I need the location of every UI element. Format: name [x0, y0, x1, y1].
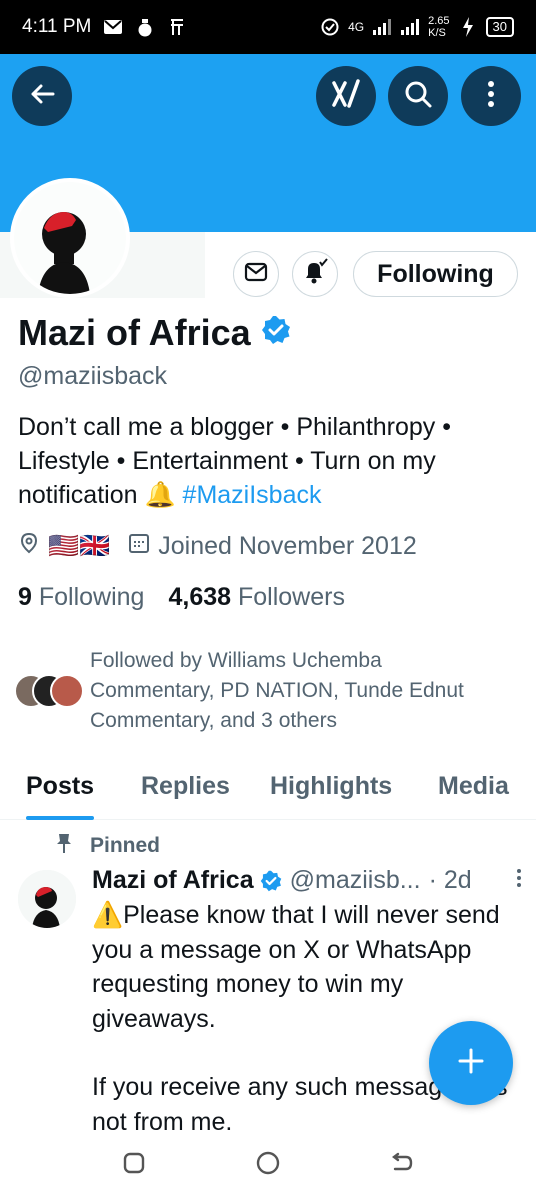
arrow-left-icon — [27, 79, 57, 114]
message-button[interactable] — [233, 251, 279, 297]
pin-icon — [54, 832, 74, 860]
charging-icon — [458, 17, 478, 37]
followers-stat-link[interactable]: 4,638 Followers — [168, 583, 345, 612]
search-button[interactable] — [388, 66, 448, 126]
verified-badge-icon — [260, 870, 282, 892]
news-app-icon — [167, 17, 187, 37]
mutual-avatar — [50, 674, 84, 708]
notifications-button[interactable] — [292, 251, 338, 297]
compose-post-button[interactable] — [429, 1021, 513, 1105]
back-button[interactable] — [12, 66, 72, 126]
following-stat-link[interactable]: 9 Following — [18, 583, 144, 612]
network-speed-value: 2.65 — [428, 15, 450, 27]
recent-apps-button[interactable] — [119, 1150, 149, 1180]
hotspot-icon — [320, 17, 340, 37]
battery-level: 30 — [485, 17, 514, 37]
search-icon — [402, 78, 434, 115]
status-bar: 4:11 PM 4G 2.65 K/S 30 — [0, 0, 536, 54]
follow-stats: 9 Following 4,638 Followers — [18, 583, 345, 612]
tab-replies[interactable]: Replies — [141, 760, 230, 820]
status-time: 4:11 PM — [22, 16, 92, 37]
post-author-name[interactable]: Mazi of Africa — [92, 866, 254, 895]
home-button[interactable] — [253, 1150, 283, 1180]
following-label: Following — [38, 583, 145, 611]
post-text-paragraph-1: ⚠️Please know that I will never send you… — [92, 901, 500, 1033]
more-vertical-icon — [486, 79, 496, 114]
location-flags: 🇺🇸🇬🇧 — [48, 532, 111, 560]
more-options-button[interactable] — [461, 66, 521, 126]
profile-avatar[interactable] — [10, 178, 130, 298]
followed-by-text: Followed by Williams Uchemba Commentary,… — [90, 649, 464, 732]
following-button[interactable]: Following — [353, 251, 518, 297]
post-more-button[interactable] — [516, 866, 522, 895]
grok-button[interactable] — [316, 66, 376, 126]
mail-notification-icon — [103, 17, 123, 37]
tab-media[interactable]: Media — [438, 760, 509, 820]
network-speed-unit: K/S — [428, 27, 446, 39]
bio-hashtag-link[interactable]: #MaziIsback — [183, 481, 322, 509]
location-pin-icon — [18, 532, 40, 561]
signal-icon-1 — [372, 17, 392, 37]
followers-count: 4,638 — [168, 583, 232, 611]
verified-badge-icon — [261, 312, 291, 354]
pinned-indicator: Pinned — [54, 832, 160, 860]
circle-icon — [255, 1150, 281, 1181]
back-nav-button[interactable] — [387, 1150, 417, 1180]
followers-label: Followers — [237, 583, 345, 611]
followed-by-section[interactable]: Followed by Williams Uchemba Commentary,… — [14, 646, 510, 736]
post-time: · 2d — [428, 866, 472, 894]
grok-icon — [329, 77, 363, 116]
signal-icon-2 — [400, 17, 420, 37]
joined-date: Joined November 2012 — [158, 532, 417, 560]
profile-name: Mazi of Africa — [18, 312, 251, 353]
mutual-avatars — [14, 674, 86, 714]
tab-highlights[interactable]: Highlights — [270, 760, 392, 820]
post-author-avatar[interactable] — [18, 870, 76, 928]
calendar-icon — [128, 532, 150, 561]
network-type: 4G — [348, 20, 365, 34]
profile-name-row: Mazi of Africa — [18, 312, 291, 354]
profile-meta: 🇺🇸🇬🇧 Joined November 2012 — [18, 532, 435, 561]
post-author-handle: @maziisb... — [289, 866, 421, 894]
profile-bio: Don’t call me a blogger • Philanthropy •… — [18, 410, 518, 512]
post-header: Mazi of Africa @maziisb... · 2d — [92, 866, 522, 895]
profile-handle: @maziisback — [18, 362, 168, 390]
return-arrow-icon — [389, 1150, 415, 1181]
square-icon — [122, 1151, 146, 1180]
pinned-label: Pinned — [90, 834, 161, 857]
money-bag-icon — [135, 17, 155, 37]
system-nav-bar — [0, 1132, 536, 1200]
profile-tabs: Posts Replies Highlights Media — [0, 760, 536, 820]
plus-icon — [456, 1046, 486, 1081]
mail-icon — [244, 262, 268, 287]
following-count: 9 — [18, 583, 32, 611]
tab-posts[interactable]: Posts — [26, 760, 95, 820]
bell-check-icon — [301, 257, 329, 291]
